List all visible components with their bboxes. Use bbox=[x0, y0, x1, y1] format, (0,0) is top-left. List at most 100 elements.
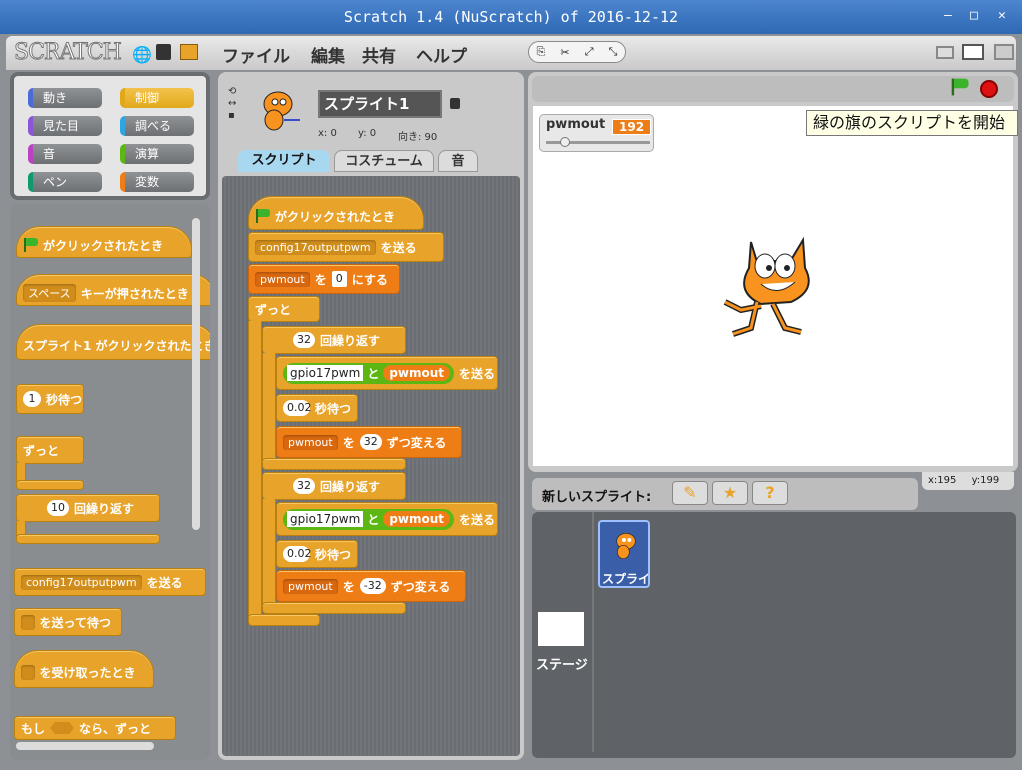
message-dropdown[interactable] bbox=[21, 664, 35, 680]
normal-stage-icon[interactable] bbox=[962, 44, 984, 60]
variable-dropdown[interactable]: pwmout bbox=[255, 271, 310, 287]
wait-input[interactable]: 0.02 bbox=[283, 400, 312, 416]
share-icon[interactable] bbox=[180, 44, 198, 60]
stage-thumbnail[interactable] bbox=[538, 612, 584, 646]
repeat-c-foot bbox=[262, 458, 406, 470]
change-value-input[interactable]: 32 bbox=[359, 434, 382, 450]
random-sprite-button[interactable]: ? bbox=[752, 481, 788, 505]
choose-sprite-file-button[interactable]: ★ bbox=[712, 481, 748, 505]
rotation-style-icons[interactable]: ⟲ ↔ ▪ bbox=[228, 86, 236, 122]
script-wait-block[interactable]: 0.02 秒待つ bbox=[276, 540, 358, 568]
presentation-mode-icon[interactable] bbox=[994, 44, 1014, 60]
category-variables[interactable]: 変数 bbox=[120, 172, 194, 192]
join-operator[interactable]: gpio17pwm と pwmout bbox=[283, 508, 455, 530]
variable-monitor[interactable]: pwmout 192 bbox=[539, 114, 654, 152]
block-label: 回繰り返す bbox=[74, 501, 135, 516]
globe-icon[interactable]: 🌐 bbox=[132, 45, 152, 64]
stage-canvas[interactable] bbox=[533, 106, 1013, 466]
small-stage-icon[interactable] bbox=[936, 46, 954, 59]
category-sound[interactable]: 音 bbox=[28, 144, 102, 164]
duplicate-icon[interactable]: ⎘ bbox=[537, 45, 546, 59]
repeat-count-input[interactable]: 32 bbox=[293, 332, 315, 348]
category-control[interactable]: 制御 bbox=[120, 88, 194, 108]
pwmout-reporter[interactable]: pwmout bbox=[383, 511, 451, 527]
palette-when-receive-block[interactable]: を受け取ったとき bbox=[14, 650, 154, 688]
variable-dropdown[interactable]: pwmout bbox=[283, 434, 338, 450]
message-dropdown[interactable]: config17outputpwm bbox=[21, 574, 142, 590]
join-text-input[interactable]: gpio17pwm bbox=[287, 511, 364, 527]
tab-costumes[interactable]: コスチューム bbox=[334, 150, 434, 172]
script-repeat-block-2[interactable]: 32 回繰り返す bbox=[262, 472, 406, 500]
palette-wait-block[interactable]: 1 秒待つ bbox=[16, 384, 84, 414]
repeat-count-input[interactable]: 32 bbox=[293, 478, 315, 494]
script-wait-block[interactable]: 0.02 秒待つ bbox=[276, 394, 358, 422]
menu-help[interactable]: ヘルプ bbox=[416, 42, 467, 67]
category-operators[interactable]: 演算 bbox=[120, 144, 194, 164]
category-looks[interactable]: 見た目 bbox=[28, 116, 102, 136]
block-label: を送る bbox=[459, 366, 496, 381]
script-change-variable-block[interactable]: pwmout を -32 ずつ変える bbox=[276, 570, 466, 602]
set-value-input[interactable]: 0 bbox=[331, 271, 347, 287]
scripts-area[interactable]: がクリックされたとき config17outputpwm を送る pwmout を 0… bbox=[222, 176, 520, 756]
palette-broadcast-block[interactable]: config17outputpwm を送る bbox=[14, 568, 206, 596]
sprite-direction: 向き: 90 bbox=[398, 132, 438, 143]
script-broadcast-join-block[interactable]: gpio17pwm と pwmout を送る bbox=[276, 356, 498, 390]
script-forever-block[interactable]: ずっと bbox=[248, 296, 320, 322]
pwmout-reporter[interactable]: pwmout bbox=[383, 365, 451, 381]
sprite-thumb-selected[interactable]: スプライト1 bbox=[598, 520, 650, 588]
paint-new-sprite-button[interactable]: ✎ bbox=[672, 481, 708, 505]
condition-slot[interactable] bbox=[50, 722, 75, 734]
wait-input[interactable]: 0.02 bbox=[283, 546, 312, 562]
palette-when-key-pressed[interactable]: スペース キーが押されたとき bbox=[16, 274, 210, 306]
menu-share[interactable]: 共有 bbox=[362, 42, 396, 67]
block-label: と bbox=[367, 366, 380, 381]
change-value-input[interactable]: -32 bbox=[359, 578, 386, 594]
message-dropdown[interactable]: config17outputpwm bbox=[255, 239, 376, 255]
minimize-button[interactable]: — bbox=[944, 9, 952, 23]
palette-if-forever-block[interactable]: もし なら、ずっと bbox=[14, 716, 176, 740]
script-repeat-block-1[interactable]: 32 回繰り返す bbox=[262, 326, 406, 354]
join-operator[interactable]: gpio17pwm と pwmout bbox=[283, 362, 455, 384]
close-button[interactable]: ✕ bbox=[998, 9, 1006, 23]
script-set-variable-block[interactable]: pwmout を 0 にする bbox=[248, 264, 400, 294]
category-pen[interactable]: ペン bbox=[28, 172, 102, 192]
green-flag-icon bbox=[23, 238, 38, 252]
repeat-input[interactable]: 10 bbox=[47, 500, 69, 516]
variable-dropdown[interactable]: pwmout bbox=[283, 578, 338, 594]
menu-edit[interactable]: 編集 bbox=[311, 42, 345, 67]
key-dropdown[interactable]: スペース bbox=[23, 284, 76, 302]
palette-when-flag-clicked[interactable]: がクリックされたとき bbox=[16, 226, 192, 258]
script-broadcast-join-block[interactable]: gpio17pwm と pwmout を送る bbox=[276, 502, 498, 536]
palette-broadcast-wait-block[interactable]: を送って待つ bbox=[14, 608, 122, 636]
join-text-input[interactable]: gpio17pwm bbox=[287, 365, 364, 381]
tab-scripts[interactable]: スクリプト bbox=[238, 150, 330, 172]
script-change-variable-block[interactable]: pwmout を 32 ずつ変える bbox=[276, 426, 462, 458]
green-flag-button[interactable] bbox=[951, 78, 969, 97]
menu-file[interactable]: ファイル bbox=[222, 42, 290, 67]
stop-button[interactable] bbox=[980, 80, 998, 98]
palette-repeat-block[interactable]: 10 回繰り返す bbox=[16, 494, 160, 522]
category-sensing[interactable]: 調べる bbox=[120, 116, 194, 136]
grow-icon[interactable]: ⤢ bbox=[585, 45, 594, 59]
tab-sounds[interactable]: 音 bbox=[438, 150, 478, 172]
shrink-icon[interactable]: ⤡ bbox=[609, 45, 618, 59]
block-label: 秒待つ bbox=[314, 401, 351, 416]
script-broadcast-block[interactable]: config17outputpwm を送る bbox=[248, 232, 444, 262]
palette-forever-block[interactable]: ずっと bbox=[16, 436, 84, 464]
message-dropdown[interactable] bbox=[21, 614, 35, 630]
block-label: がクリックされたとき bbox=[275, 209, 396, 224]
wait-input[interactable]: 1 bbox=[23, 391, 41, 407]
delete-icon[interactable]: ✂ bbox=[560, 46, 569, 59]
monitor-slider-knob[interactable] bbox=[560, 137, 570, 147]
maximize-button[interactable]: □ bbox=[970, 9, 978, 23]
palette-vertical-scrollbar[interactable] bbox=[192, 218, 200, 530]
palette-horizontal-scrollbar[interactable] bbox=[16, 742, 154, 750]
lock-icon[interactable] bbox=[450, 98, 460, 109]
category-motion[interactable]: 動き bbox=[28, 88, 102, 108]
cat-sprite[interactable] bbox=[721, 232, 825, 342]
block-label: 秒待つ bbox=[314, 547, 351, 562]
palette-when-sprite-clicked[interactable]: スプライト1 がクリックされたとき bbox=[16, 324, 210, 360]
sprite-name-field[interactable]: スプライト1 bbox=[318, 90, 442, 118]
save-icon[interactable] bbox=[156, 44, 171, 60]
script-when-flag-clicked[interactable]: がクリックされたとき bbox=[248, 196, 424, 230]
